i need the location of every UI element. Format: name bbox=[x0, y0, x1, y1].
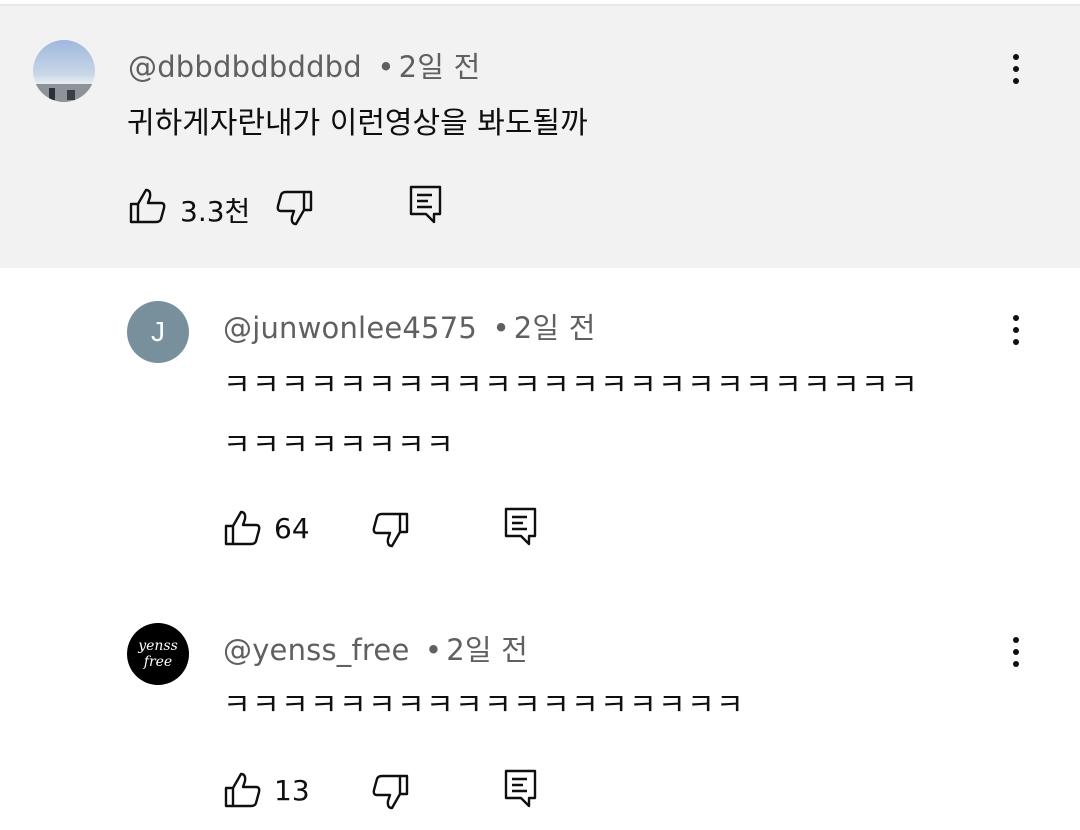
comment-text-line: ㅋㅋㅋㅋㅋㅋㅋㅋㅋㅋㅋㅋㅋㅋㅋㅋㅋㅋㅋㅋㅋㅋㅋㅋ bbox=[223, 368, 919, 403]
more-vert-icon[interactable] bbox=[996, 44, 1036, 94]
comment-time[interactable]: 2일 전 bbox=[446, 633, 528, 667]
comment-author[interactable]: @junwonlee4575 bbox=[223, 311, 477, 345]
meta-separator: • bbox=[492, 311, 510, 345]
avatar[interactable]: J bbox=[127, 301, 189, 363]
comment-author[interactable]: @yenss_free bbox=[223, 633, 409, 667]
thumbs-up-icon[interactable] bbox=[223, 508, 263, 548]
comment-time[interactable]: 2일 전 bbox=[514, 311, 596, 345]
comment-time[interactable]: 2일 전 bbox=[399, 50, 481, 84]
avatar-logo-line2: free bbox=[143, 654, 173, 670]
avatar-logo-line1: yenss bbox=[138, 638, 178, 654]
thumbs-up-icon[interactable] bbox=[223, 770, 263, 810]
comment-text: ㅋㅋㅋㅋㅋㅋㅋㅋㅋㅋㅋㅋㅋㅋㅋㅋㅋㅋ bbox=[223, 688, 745, 723]
more-vert-icon[interactable] bbox=[996, 627, 1036, 677]
comment-text-line: ㅋㅋㅋㅋㅋㅋㅋㅋ bbox=[223, 428, 455, 463]
comment-meta: @dbbdbdbddbd • 2일 전 bbox=[128, 44, 480, 86]
avatar[interactable]: yenss free bbox=[127, 623, 189, 685]
like-count: 64 bbox=[274, 512, 310, 545]
like-count: 3.3천 bbox=[180, 195, 251, 228]
comment-meta: @junwonlee4575 • 2일 전 bbox=[223, 305, 596, 347]
reply-icon[interactable] bbox=[408, 184, 444, 224]
meta-separator: • bbox=[377, 50, 395, 84]
avatar-photo bbox=[33, 40, 95, 102]
comment-text: 귀하게자란내가 이런영상을 봐도될까 bbox=[127, 106, 588, 141]
thumbs-down-icon[interactable] bbox=[274, 188, 314, 228]
comment-meta: @yenss_free • 2일 전 bbox=[223, 627, 528, 669]
meta-separator: • bbox=[424, 633, 443, 667]
like-count: 13 bbox=[274, 774, 310, 807]
thumbs-up-icon[interactable] bbox=[128, 186, 168, 226]
reply-icon[interactable] bbox=[503, 768, 539, 808]
thumbs-down-icon[interactable] bbox=[370, 510, 410, 550]
thumbs-down-icon[interactable] bbox=[370, 772, 410, 812]
comment-author[interactable]: @dbbdbdbddbd bbox=[128, 50, 362, 84]
more-vert-icon[interactable] bbox=[996, 305, 1036, 355]
avatar[interactable] bbox=[33, 40, 95, 102]
avatar-letter: J bbox=[151, 316, 165, 347]
reply-icon[interactable] bbox=[503, 506, 539, 546]
